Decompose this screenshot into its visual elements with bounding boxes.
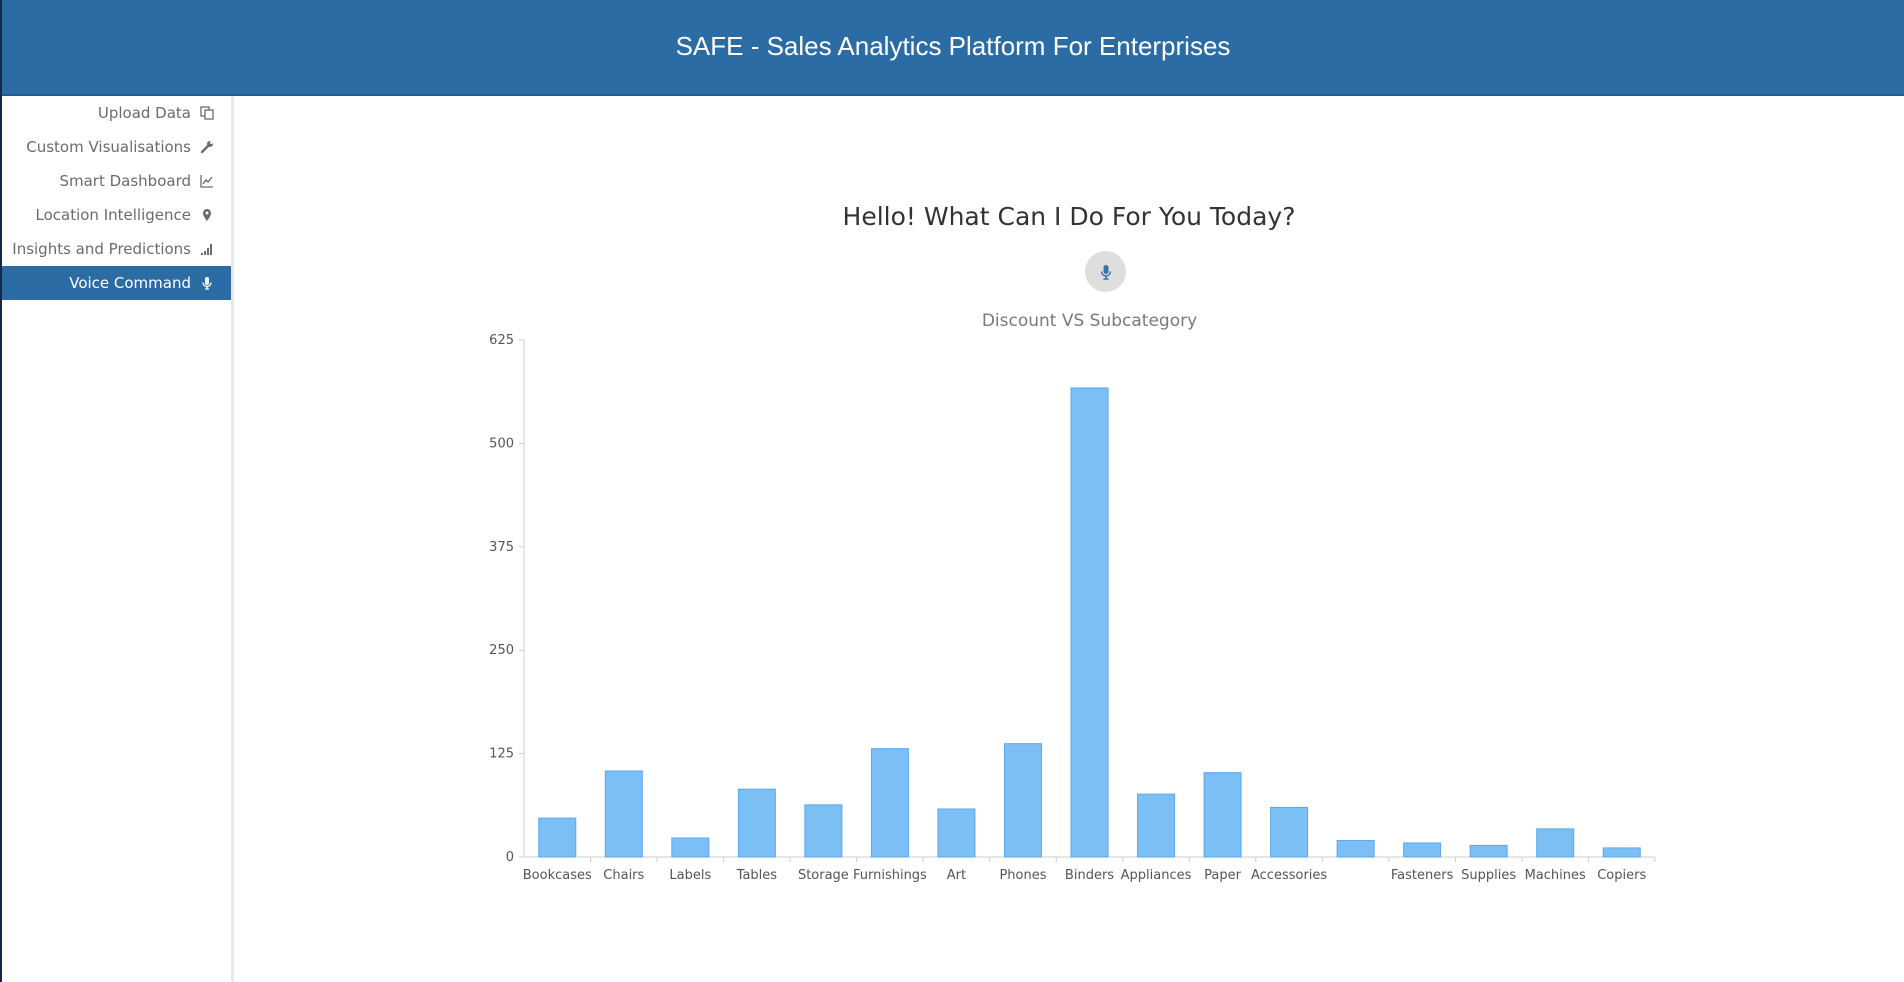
bar <box>1469 844 1508 858</box>
x-tick-label: Copiers <box>1597 868 1646 883</box>
x-tick-label: Machines <box>1525 868 1586 883</box>
x-tick-label: Chairs <box>603 868 644 883</box>
x-tick-label: Accessories <box>1251 868 1327 883</box>
sidebar-item-label: Upload Data <box>97 104 191 122</box>
sidebar-item-voice-command[interactable]: Voice Command <box>2 266 231 300</box>
y-tick-label: 250 <box>489 643 514 658</box>
bar <box>1003 743 1042 858</box>
x-tick-label: Furnishings <box>853 868 927 883</box>
y-tick-label: 0 <box>506 850 514 865</box>
bar <box>1403 842 1442 858</box>
x-tick-label: Art <box>947 868 966 883</box>
greeting-heading: Hello! What Can I Do For You Today? <box>842 202 1296 231</box>
y-tick-label: 500 <box>489 436 514 451</box>
app-title: SAFE - Sales Analytics Platform For Ente… <box>675 31 1231 61</box>
sidebar-item-custom-visualisations[interactable]: Custom Visualisations <box>2 130 231 164</box>
x-tick-label: Storage <box>798 868 849 883</box>
wrench-icon <box>199 139 215 155</box>
sidebar-item-label: Insights and Predictions <box>12 240 191 258</box>
sidebar-item-label: Smart Dashboard <box>59 172 191 190</box>
bar <box>1070 387 1109 858</box>
app-header: SAFE - Sales Analytics Platform For Ente… <box>2 0 1904 96</box>
signal-bars-icon <box>199 241 215 257</box>
bar <box>937 808 976 858</box>
x-tick-label: Supplies <box>1461 868 1516 883</box>
y-tick-label: 375 <box>489 540 514 555</box>
x-tick-label: Labels <box>669 868 711 883</box>
x-tick-label: Phones <box>999 868 1046 883</box>
bar <box>1336 839 1375 858</box>
sidebar-item-label: Custom Visualisations <box>26 138 191 156</box>
bar <box>604 770 643 858</box>
microphone-icon <box>199 275 215 291</box>
bar <box>671 837 710 858</box>
x-tick-label: Tables <box>736 868 778 883</box>
sidebar-item-upload-data[interactable]: Upload Data <box>2 96 231 130</box>
sidebar-item-location-intelligence[interactable]: Location Intelligence <box>2 198 231 232</box>
bar <box>1137 793 1176 858</box>
sidebar: Upload Data Custom Visualisations Smart … <box>2 96 234 982</box>
sidebar-item-insights-and-predictions[interactable]: Insights and Predictions <box>2 232 231 266</box>
copy-icon <box>199 105 215 121</box>
bar <box>737 788 776 858</box>
bar <box>538 817 577 858</box>
bar <box>804 804 843 858</box>
x-tick-label: Bookcases <box>523 868 592 883</box>
chart-title: Discount VS Subcategory <box>982 311 1197 331</box>
microphone-icon <box>1099 264 1113 280</box>
bar <box>1602 847 1641 858</box>
sidebar-item-label: Location Intelligence <box>35 206 192 224</box>
x-tick-label: Appliances <box>1121 868 1192 883</box>
line-chart-icon <box>199 173 215 189</box>
bar-chart-svg: Discount VS Subcategory 0 125 250 375 500 625 B… <box>489 311 1656 883</box>
bar <box>1536 828 1575 858</box>
y-tick-label: 625 <box>489 333 514 348</box>
sidebar-item-smart-dashboard[interactable]: Smart Dashboard <box>2 164 231 198</box>
y-tick-label: 125 <box>489 747 514 762</box>
bar <box>1270 806 1309 858</box>
map-pin-icon <box>199 207 215 223</box>
voice-record-button[interactable] <box>1085 251 1126 292</box>
x-tick-label: Binders <box>1065 868 1114 883</box>
sidebar-item-label: Voice Command <box>69 274 191 292</box>
discount-vs-subcategory-chart: Discount VS Subcategory 0 125 250 375 500 625 B… <box>470 305 1670 905</box>
bar <box>1203 772 1242 858</box>
x-tick-label: Paper <box>1204 868 1241 883</box>
bar <box>870 748 909 858</box>
x-tick-label: Fasteners <box>1391 868 1454 883</box>
